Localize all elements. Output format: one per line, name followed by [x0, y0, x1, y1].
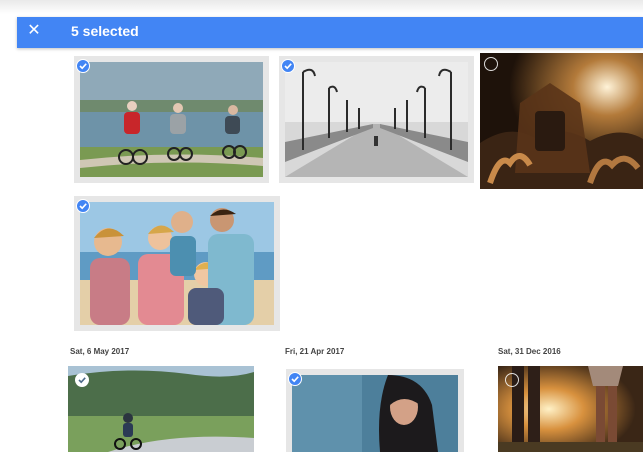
date-label-group-2: Fri, 21 Apr 2017: [285, 347, 345, 356]
selected-check-icon[interactable]: [288, 372, 302, 386]
photo-concert[interactable]: [480, 53, 643, 189]
family-beach-image: [80, 202, 274, 325]
photo-family-beach[interactable]: [74, 196, 280, 331]
photo-woman-portrait[interactable]: [286, 369, 464, 452]
close-icon[interactable]: ✕: [23, 20, 45, 42]
sunset-legs-image: [498, 366, 643, 452]
concert-image: [480, 53, 643, 189]
selection-count: 5 selected: [71, 23, 139, 39]
selected-check-icon[interactable]: [281, 59, 295, 73]
selection-toolbar: ✕ 5 selected: [17, 17, 643, 48]
child-bike-park-image: [68, 366, 254, 452]
photo-pier[interactable]: [279, 56, 474, 183]
selected-check-icon[interactable]: [76, 59, 90, 73]
woman-portrait-image: [292, 375, 458, 452]
cyclists-image: [80, 62, 263, 177]
date-label-group-3: Sat, 31 Dec 2016: [498, 347, 561, 356]
window-top-shadow: [0, 0, 643, 14]
pier-image: [285, 62, 468, 177]
selected-check-icon[interactable]: [76, 199, 90, 213]
check-circle-icon[interactable]: [75, 373, 89, 387]
unselected-circle-icon[interactable]: [505, 373, 519, 387]
date-label-group-1: Sat, 6 May 2017: [70, 347, 130, 356]
photo-child-bike-park[interactable]: [68, 366, 254, 452]
photo-sunset-legs[interactable]: [498, 366, 643, 452]
unselected-circle-icon[interactable]: [484, 57, 498, 71]
photo-cyclists[interactable]: [74, 56, 269, 183]
